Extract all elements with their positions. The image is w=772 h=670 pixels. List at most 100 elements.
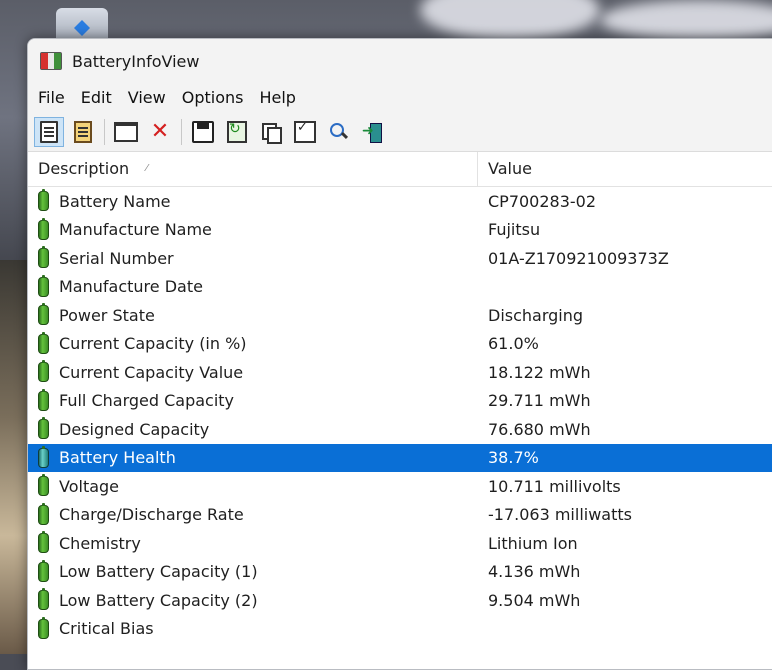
row-description: Low Battery Capacity (1) [59,562,258,582]
mountain [0,260,30,654]
copy-button[interactable] [256,117,286,147]
column-header-label: Value [488,159,532,178]
cell-description: Voltage [28,474,478,497]
window-button[interactable] [111,117,141,147]
window-icon [114,122,138,142]
properties-icon [294,120,316,143]
row-description: Low Battery Capacity (2) [59,590,258,610]
row-value: CP700283-02 [488,191,597,211]
battery-icon [38,331,49,354]
delete-button[interactable]: ✕ [145,117,175,147]
clipboard-button[interactable] [68,117,98,147]
row-description: Voltage [59,476,120,496]
table-row[interactable]: Manufacture Date [28,273,772,302]
clipboard-icon [74,121,92,143]
menu-edit[interactable]: Edit [73,85,120,111]
toolbar: ✕ [28,113,772,152]
table-row[interactable]: Low Battery Capacity (1) 4.136 mWh [28,558,772,587]
menu-file[interactable]: File [30,85,73,111]
row-value: Discharging [488,305,584,325]
row-value: 9.504 mWh [488,590,581,610]
battery-icon [38,417,49,440]
table-row[interactable]: Charge/Discharge Rate -17.063 milliwatts [28,501,772,530]
battery-icon [38,445,49,468]
row-value: 38.7% [488,448,539,468]
table-row[interactable]: Low Battery Capacity (2) 9.504 mWh [28,586,772,615]
column-header-label: Description [38,159,130,178]
row-value: 61.0% [488,334,539,354]
battery-icon [38,616,49,639]
table-row[interactable]: Battery Name CP700283-02 [28,187,772,216]
recycle-bin-icon[interactable] [56,8,108,40]
copy-icon [262,123,282,144]
cell-description: Current Capacity (in %) [28,331,478,354]
find-button[interactable] [324,117,354,147]
window-title: BatteryInfoView [72,51,200,71]
row-description: Battery Name [59,191,171,211]
battery-icon [38,474,49,497]
table-row[interactable]: Designed Capacity 76.680 mWh [28,415,772,444]
battery-info-list[interactable]: Description ⁄ Value Battery Name CP700283… [28,152,772,643]
battery-icon [38,559,49,582]
refresh-button[interactable] [222,117,252,147]
battery-icon [38,360,49,383]
battery-icon [38,303,49,326]
table-row[interactable]: Battery Health 38.7% [28,443,772,472]
title-bar[interactable]: BatteryInfoView [28,39,772,83]
html-report-button[interactable] [34,117,64,147]
table-row[interactable]: Serial Number 01A-Z170921009373Z [28,244,772,273]
battery-icon [38,274,49,297]
menu-help[interactable]: Help [251,85,303,111]
table-row[interactable]: Power State Discharging [28,301,772,330]
table-row[interactable]: Manufacture Name Fujitsu [28,216,772,245]
row-value: 10.711 millivolts [488,476,621,496]
menu-view[interactable]: View [120,85,174,111]
exit-icon [362,123,382,143]
column-header-description[interactable]: Description ⁄ [28,152,478,186]
row-description: Critical Bias [59,619,154,639]
row-description: Power State [59,305,155,325]
cell-description: Battery Name [28,189,478,212]
battery-icon [38,531,49,554]
menu-bar: File Edit View Options Help [28,83,772,113]
row-value: 18.122 mWh [488,362,591,382]
battery-icon [38,388,49,411]
cell-description: Full Charged Capacity [28,388,478,411]
battery-icon [38,246,49,269]
battery-icon [38,217,49,240]
table-row[interactable]: Current Capacity (in %) 61.0% [28,330,772,359]
menu-options[interactable]: Options [174,85,252,111]
app-window: BatteryInfoView File Edit View Options H… [27,38,772,670]
row-value: 01A-Z170921009373Z [488,248,669,268]
cell-description: Low Battery Capacity (1) [28,559,478,582]
save-button[interactable] [188,117,218,147]
table-row[interactable]: Chemistry Lithium Ion [28,529,772,558]
cell-description: Manufacture Date [28,274,478,297]
table-row[interactable]: Full Charged Capacity 29.711 mWh [28,387,772,416]
row-description: Current Capacity Value [59,362,244,382]
row-description: Serial Number [59,248,174,268]
row-description: Full Charged Capacity [59,391,235,411]
row-description: Manufacture Date [59,277,203,297]
cell-description: Current Capacity Value [28,360,478,383]
cell-description: Chemistry [28,531,478,554]
find-icon [330,123,348,141]
list-header: Description ⁄ Value [28,152,772,187]
table-row[interactable]: Current Capacity Value 18.122 mWh [28,358,772,387]
table-row[interactable]: Critical Bias [28,615,772,644]
row-description: Designed Capacity [59,419,210,439]
properties-button[interactable] [290,117,320,147]
cell-description: Battery Health [28,445,478,468]
list-rows: Battery Name CP700283-02 Manufacture Name F… [28,187,772,643]
cell-description: Serial Number [28,246,478,269]
exit-button[interactable] [358,117,388,147]
battery-icon [38,502,49,525]
table-row[interactable]: Voltage 10.711 millivolts [28,472,772,501]
app-icon [40,52,62,70]
refresh-icon [227,121,247,143]
toolbar-separator [181,119,182,145]
row-description: Battery Health [59,448,176,468]
column-header-value[interactable]: Value [478,152,772,186]
row-description: Current Capacity (in %) [59,334,247,354]
row-description: Manufacture Name [59,220,212,240]
